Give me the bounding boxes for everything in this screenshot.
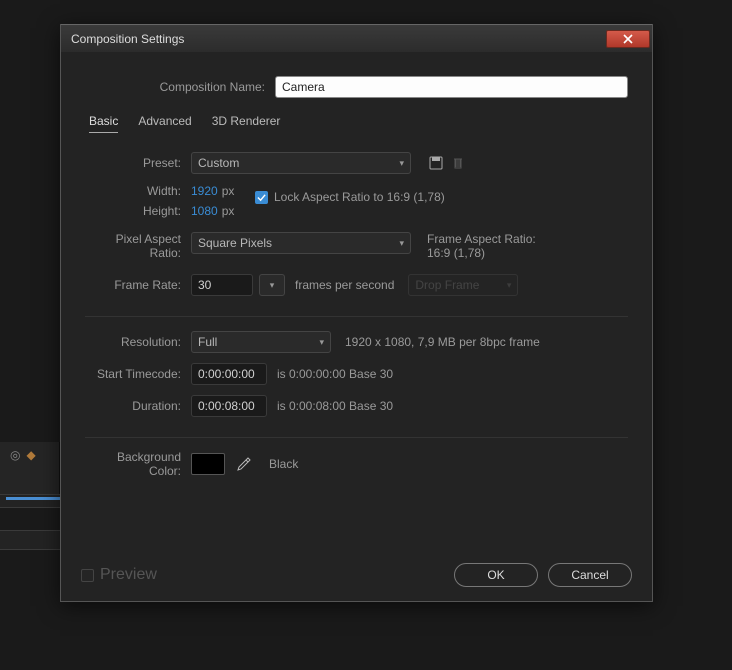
drop-frame-dropdown: Drop Frame ▾ xyxy=(408,274,518,296)
dialog-title: Composition Settings xyxy=(71,32,184,46)
chevron-down-icon: ▾ xyxy=(399,238,404,249)
close-icon xyxy=(623,34,633,44)
resolution-label: Resolution: xyxy=(85,335,191,349)
frame-rate-input[interactable]: 30 xyxy=(191,274,253,296)
delete-preset-button xyxy=(447,152,469,174)
frame-aspect-label: Frame Aspect Ratio: xyxy=(427,232,536,246)
tab-basic[interactable]: Basic xyxy=(89,114,118,133)
preset-label: Preset: xyxy=(85,156,191,170)
start-timecode-value: 0:00:00:00 xyxy=(198,367,255,381)
close-button[interactable] xyxy=(606,30,650,48)
chevron-down-icon: ▾ xyxy=(319,337,324,348)
frame-rate-suffix: frames per second xyxy=(295,278,394,292)
preset-value: Custom xyxy=(198,156,239,170)
duration-label: Duration: xyxy=(85,399,191,413)
lock-aspect-label: Lock Aspect Ratio to 16:9 (1,78) xyxy=(274,190,445,204)
tab-bar: Basic Advanced 3D Renderer xyxy=(89,114,628,134)
chevron-down-icon: ▾ xyxy=(507,280,512,291)
bg-color-name: Black xyxy=(269,457,298,471)
lock-aspect-checkbox[interactable] xyxy=(255,191,268,204)
drop-frame-value: Drop Frame xyxy=(415,278,479,292)
start-timecode-label: Start Timecode: xyxy=(85,367,191,381)
pixel-aspect-value: Square Pixels xyxy=(198,236,272,250)
bg-color-swatch[interactable] xyxy=(191,453,225,475)
width-unit: px xyxy=(222,184,235,198)
preview-checkbox xyxy=(81,569,94,582)
height-unit: px xyxy=(222,204,235,218)
resolution-hint: 1920 x 1080, 7,9 MB per 8bpc frame xyxy=(345,335,540,349)
eye-icon: ◎ xyxy=(10,448,20,462)
start-timecode-input[interactable]: 0:00:00:00 xyxy=(191,363,267,385)
eyedropper-icon xyxy=(237,457,251,471)
chevron-down-icon: ▾ xyxy=(399,158,404,169)
duration-hint: is 0:00:08:00 Base 30 xyxy=(277,399,393,413)
width-label: Width: xyxy=(85,184,191,198)
frame-rate-label: Frame Rate: xyxy=(85,278,191,292)
composition-settings-dialog: Composition Settings Composition Name: B… xyxy=(60,24,653,602)
cancel-button[interactable]: Cancel xyxy=(548,563,632,587)
composition-name-label: Composition Name: xyxy=(85,80,275,94)
preset-dropdown[interactable]: Custom ▾ xyxy=(191,152,411,174)
frame-rate-value: 30 xyxy=(198,278,211,292)
frame-rate-stepper[interactable]: ▾ xyxy=(259,274,285,296)
bg-color-label: Background Color: xyxy=(85,450,191,478)
start-timecode-hint: is 0:00:00:00 Base 30 xyxy=(277,367,393,381)
duration-value: 0:00:08:00 xyxy=(198,399,255,413)
trash-icon xyxy=(452,156,464,170)
save-icon xyxy=(429,156,443,170)
titlebar: Composition Settings xyxy=(61,24,652,52)
width-value[interactable]: 1920 xyxy=(191,184,218,198)
resolution-value: Full xyxy=(198,335,217,349)
frame-aspect-value: 16:9 (1,78) xyxy=(427,246,536,260)
resolution-dropdown[interactable]: Full ▾ xyxy=(191,331,331,353)
swatch-icon: ◆ xyxy=(26,448,35,462)
dialog-footer: Preview OK Cancel xyxy=(81,563,632,587)
ok-button[interactable]: OK xyxy=(454,563,538,587)
preview-label: Preview xyxy=(100,566,157,584)
check-icon xyxy=(257,193,266,202)
pixel-aspect-label: Pixel Aspect Ratio: xyxy=(85,232,191,260)
height-label: Height: xyxy=(85,204,191,218)
tab-advanced[interactable]: Advanced xyxy=(138,114,191,133)
save-preset-button[interactable] xyxy=(425,152,447,174)
pixel-aspect-dropdown[interactable]: Square Pixels ▾ xyxy=(191,232,411,254)
bg-toolbar: ◎ ◆ xyxy=(10,448,36,462)
composition-name-input[interactable] xyxy=(275,76,628,98)
height-value[interactable]: 1080 xyxy=(191,204,218,218)
eyedropper-button[interactable] xyxy=(233,453,255,475)
duration-input[interactable]: 0:00:08:00 xyxy=(191,395,267,417)
tab-3d-renderer[interactable]: 3D Renderer xyxy=(212,114,281,133)
